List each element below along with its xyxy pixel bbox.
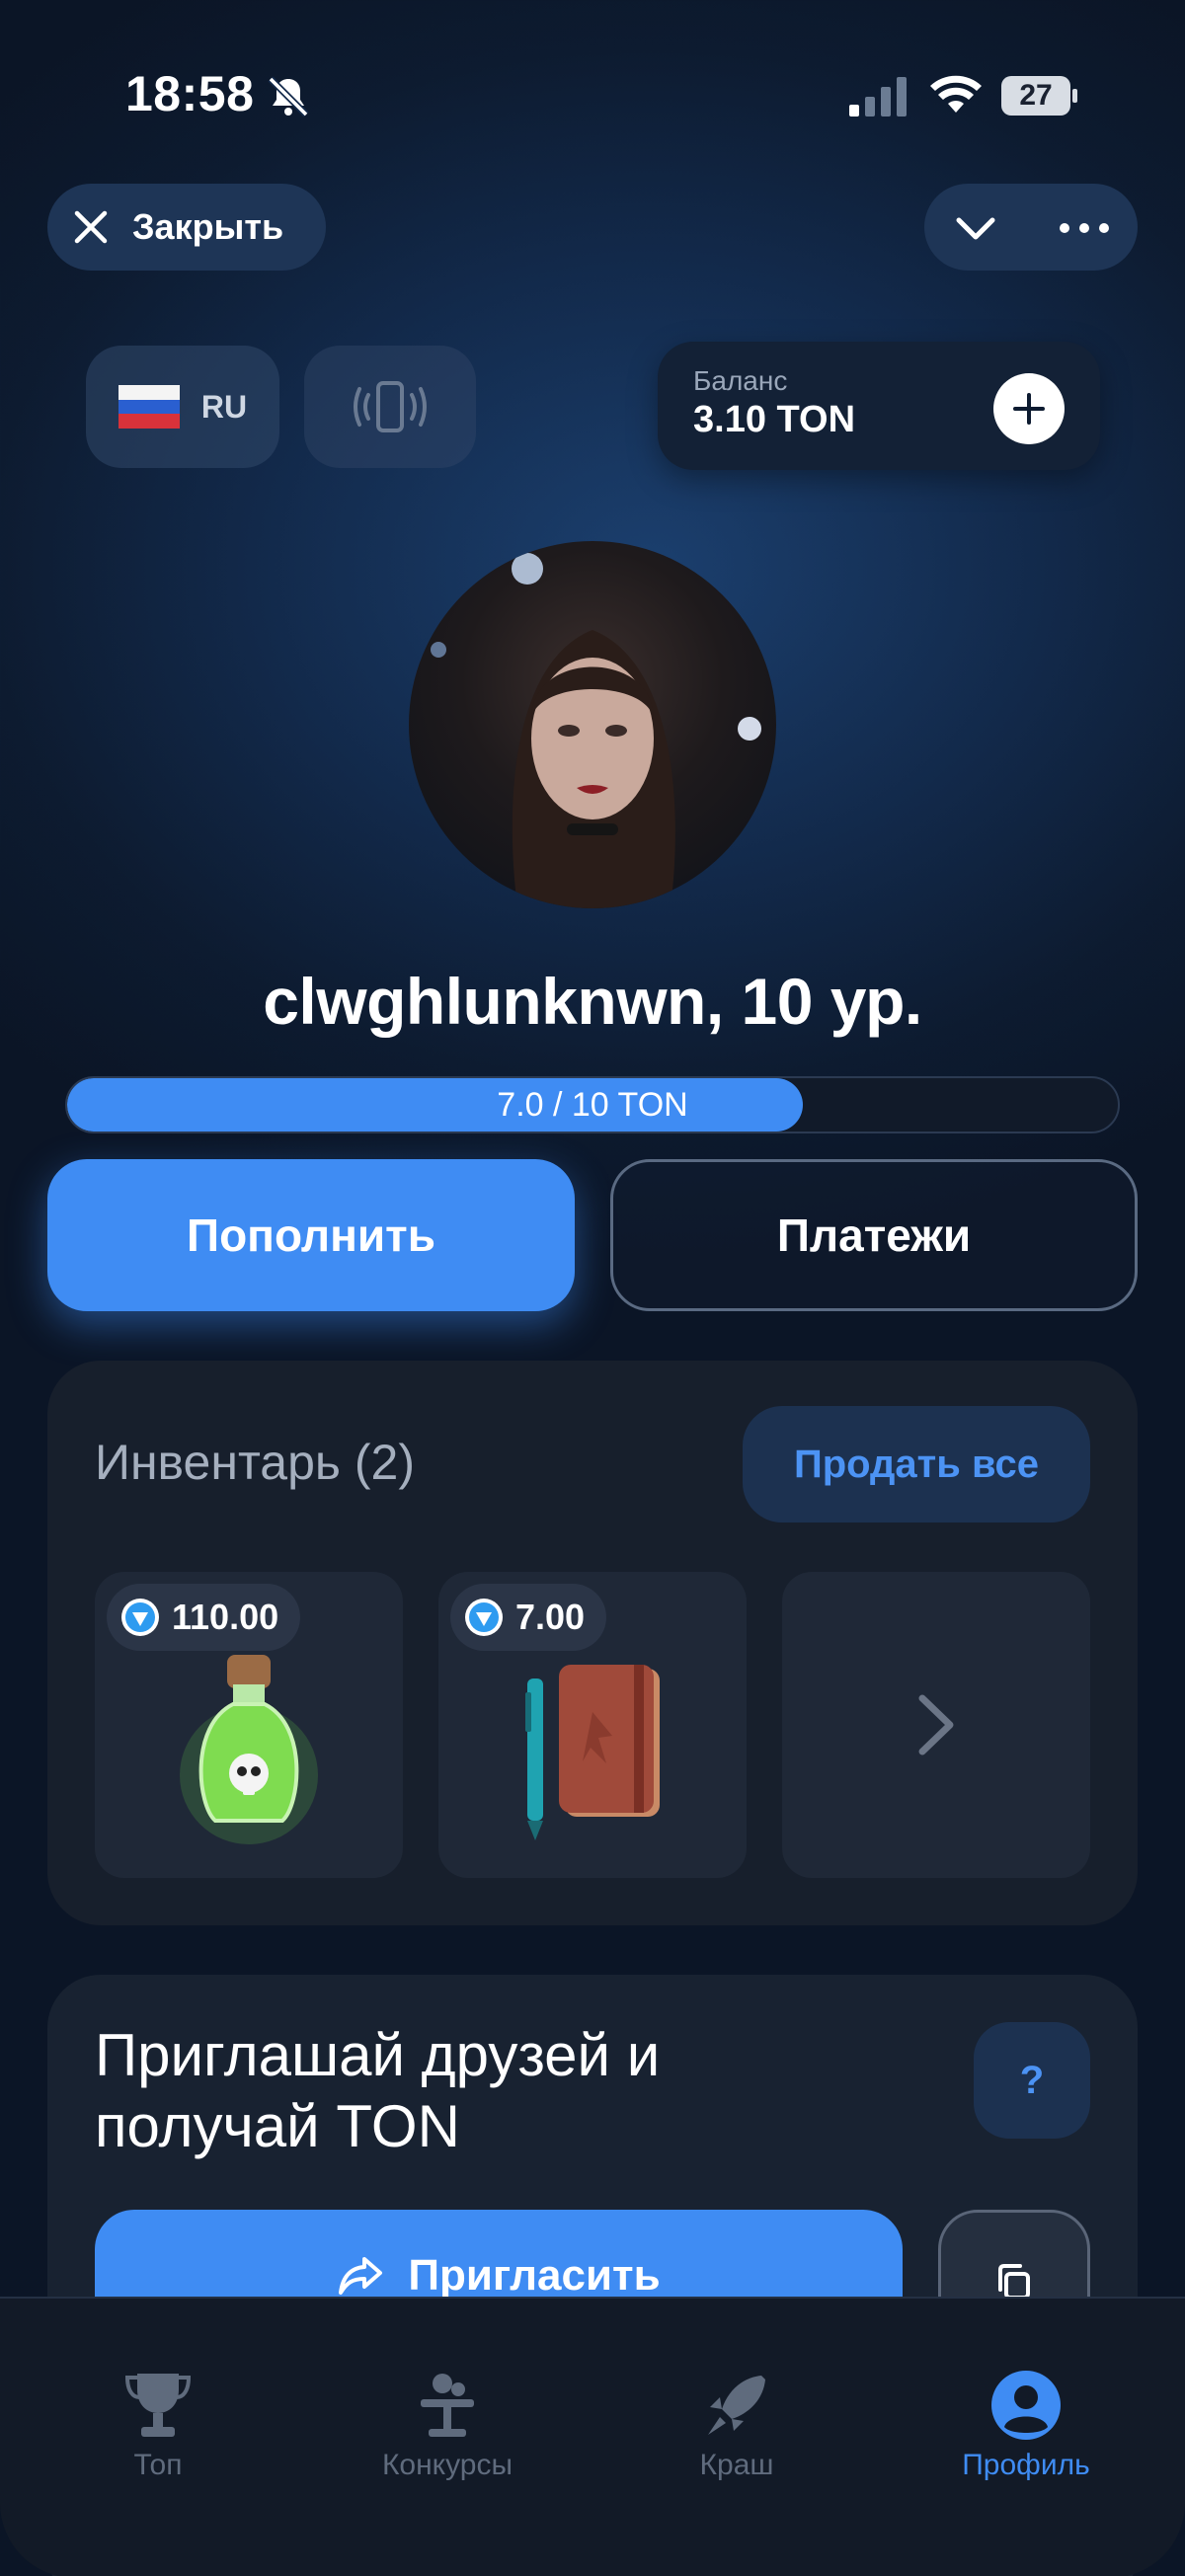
nav-label: Конкурсы (381, 2449, 514, 2481)
nav-item-top[interactable]: Топ (30, 2370, 286, 2482)
rocket-icon (708, 2376, 765, 2435)
raffle-table-icon (421, 2374, 474, 2437)
cellular-signal-icon (849, 77, 907, 117)
item-price-badge: 110.00 (107, 1584, 301, 1651)
nav-item-profile[interactable]: Профиль (898, 2370, 1154, 2482)
item-price: 110.00 (172, 1597, 279, 1637)
payments-button[interactable]: Платежи (610, 1159, 1138, 1311)
item-price-badge: 7.00 (450, 1584, 607, 1651)
language-code: RU (200, 388, 248, 425)
notebook-pen-icon (525, 1665, 660, 1840)
invite-button-label: Пригласить (408, 2251, 661, 2300)
poison-bottle-icon (180, 1655, 318, 1844)
status-time: 18:58 (125, 66, 255, 121)
battery-level: 27 (1019, 79, 1053, 112)
vibration-toggle-button[interactable] (304, 346, 476, 468)
battery-indicator: 27 (1000, 75, 1079, 117)
profile-icon (991, 2371, 1061, 2440)
balance-value: 3.10 TON (693, 399, 856, 440)
plus-icon (1013, 393, 1045, 425)
inventory-title: Инвентарь (2) (95, 1435, 415, 1490)
more-options-icon[interactable] (1057, 205, 1112, 251)
chevron-down-icon[interactable] (953, 205, 998, 251)
vibration-icon (354, 381, 427, 432)
close-label: Закрыть (132, 206, 284, 247)
topup-button[interactable]: Пополнить (47, 1159, 575, 1311)
bell-muted-icon (268, 76, 309, 117)
language-button[interactable]: RU (86, 346, 279, 468)
nav-item-contests[interactable]: Конкурсы (319, 2370, 576, 2482)
nav-label: Краш (699, 2449, 774, 2481)
nav-label: Топ (133, 2449, 183, 2481)
close-button[interactable]: Закрыть (47, 184, 326, 271)
nav-item-crash[interactable]: Краш (608, 2370, 865, 2482)
share-arrow-icon (339, 2257, 383, 2295)
item-price: 7.00 (515, 1597, 586, 1637)
close-icon (74, 210, 108, 244)
ton-icon (121, 1599, 159, 1636)
inventory-more-button[interactable] (782, 1572, 1090, 1878)
level-progress-bar: 7.0 / 10 TON (65, 1076, 1120, 1133)
invite-title: Приглашай друзей и получай TON (95, 2022, 661, 2159)
wifi-icon (930, 75, 982, 113)
sell-all-button[interactable]: Продать все (743, 1406, 1090, 1522)
avatar-photo (431, 553, 761, 908)
progress-label: 7.0 / 10 TON (497, 1085, 688, 1124)
ton-icon (465, 1599, 503, 1636)
chevron-right-icon (918, 1694, 954, 1756)
balance-label: Баланс (693, 365, 788, 396)
avatar (409, 541, 776, 908)
username: clwghlunknwn, 10 ур. (263, 965, 922, 1038)
copy-icon (998, 2264, 1030, 2300)
russia-flag-icon (118, 385, 180, 429)
nav-label: Профиль (962, 2449, 1090, 2481)
add-balance-button[interactable] (993, 373, 1065, 444)
help-button[interactable]: ? (974, 2022, 1090, 2139)
trophy-icon (124, 2374, 192, 2437)
